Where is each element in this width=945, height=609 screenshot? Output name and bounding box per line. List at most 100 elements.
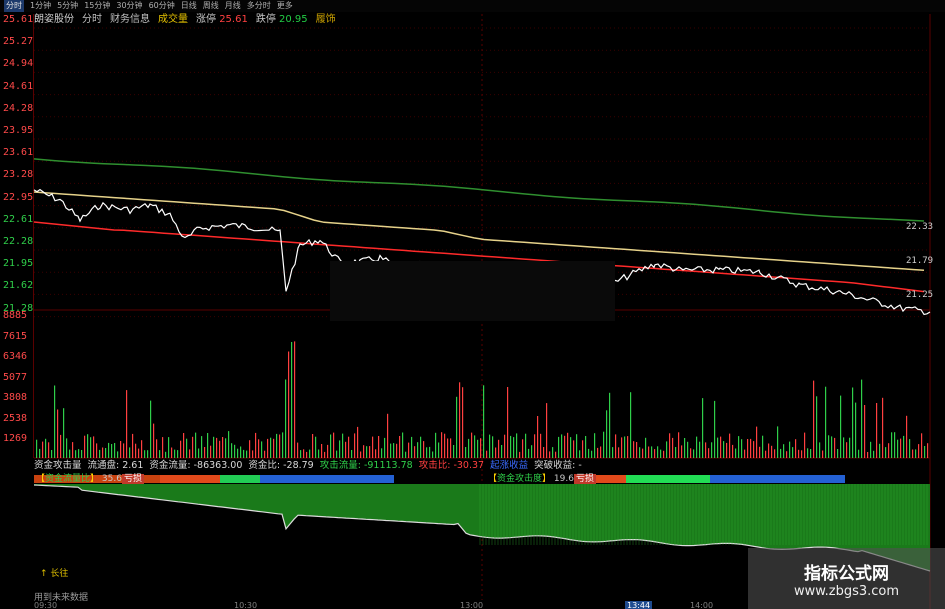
volume-bar	[225, 438, 227, 458]
volume-bar	[477, 439, 479, 458]
volume-bar	[123, 443, 125, 458]
volume-bar	[738, 436, 740, 458]
volume-bar	[579, 450, 581, 458]
volume-bar	[420, 436, 422, 458]
volume-bar	[915, 449, 917, 458]
volume-bar	[669, 433, 671, 458]
volume-bar	[171, 447, 173, 458]
volume-bar	[159, 450, 161, 458]
volume-bar	[690, 448, 692, 458]
volume-bar	[492, 436, 494, 458]
legend-left-close: 】	[90, 474, 100, 484]
volume-bar	[180, 440, 182, 458]
volume-bar	[312, 434, 314, 458]
rise-marker: ↑ 长往	[40, 569, 69, 579]
volume-bar	[624, 436, 626, 458]
volume-bar	[849, 437, 851, 458]
volume-bar	[105, 448, 107, 458]
volume-bar	[570, 437, 572, 458]
volume-bar	[657, 446, 659, 458]
volume-bar	[513, 437, 515, 458]
volume-bar	[648, 446, 650, 458]
volume-bar	[360, 451, 362, 458]
volume-bar	[528, 448, 530, 458]
volume-bar	[39, 448, 41, 458]
volume-bar	[471, 432, 473, 458]
volume-bar	[717, 437, 719, 458]
volume-bar	[75, 450, 77, 458]
volume-bar	[213, 436, 215, 458]
volume-bar	[504, 434, 506, 458]
volume-bar	[702, 398, 704, 458]
volume-bar	[750, 438, 752, 458]
volume-bar	[297, 442, 299, 458]
volume-bar	[606, 410, 608, 458]
volume-bar	[846, 442, 848, 458]
volume-bar	[375, 449, 377, 458]
volume-bar	[174, 449, 176, 458]
volume-bar	[888, 443, 890, 458]
volume-bar	[246, 450, 248, 458]
volume-bar	[468, 438, 470, 458]
volume-bar	[333, 432, 335, 458]
volume-bar	[894, 432, 896, 458]
volume-bar	[444, 433, 446, 458]
volume-bar	[531, 445, 533, 458]
volume-bar	[396, 443, 398, 458]
volume-bar	[390, 443, 392, 458]
volume-bar	[840, 395, 842, 458]
volume-bar	[279, 434, 281, 458]
volume-bar	[759, 446, 761, 458]
volume-bar	[843, 437, 845, 458]
volume-bar	[378, 436, 380, 458]
volume-bar	[834, 437, 836, 458]
volume-bar	[249, 440, 251, 458]
volume-bar	[708, 448, 710, 458]
volume-bar	[861, 379, 863, 458]
volume-bar	[219, 440, 221, 458]
volume-bar	[162, 437, 164, 458]
volume-bar	[90, 437, 92, 458]
volume-bar	[357, 426, 359, 458]
volume-bar	[564, 435, 566, 458]
volume-bar	[819, 442, 821, 458]
volume-bar	[222, 437, 224, 458]
volume-bar	[822, 450, 824, 458]
volume-bar	[603, 431, 605, 458]
volume-bar	[858, 449, 860, 458]
volume-bar	[321, 444, 323, 458]
volume-bar	[204, 447, 206, 458]
volume-bar	[654, 449, 656, 458]
volume-bar	[93, 436, 95, 458]
volume-bar	[852, 387, 854, 458]
volume-bar	[678, 432, 680, 458]
volume-bar	[72, 442, 74, 458]
ma-line-green	[33, 158, 925, 222]
volume-bar	[576, 434, 578, 458]
volume-bar	[183, 433, 185, 458]
volume-bar	[255, 432, 257, 458]
volume-bar	[699, 441, 701, 458]
line-end-label: 21.79	[906, 256, 934, 266]
volume-bar	[480, 438, 482, 458]
volume-bar	[510, 435, 512, 458]
volume-bar	[489, 434, 491, 458]
legend-left-value: 35.6	[101, 474, 122, 484]
volume-bar	[921, 433, 923, 458]
volume-bar	[795, 439, 797, 458]
signal-segment	[220, 475, 260, 483]
volume-bar	[294, 341, 296, 458]
volume-bar	[729, 433, 731, 458]
volume-bar	[366, 446, 368, 458]
volume-bar	[99, 449, 101, 458]
volume-bar	[891, 432, 893, 458]
volume-bar	[639, 447, 641, 458]
volume-bar	[744, 449, 746, 458]
volume-bar	[192, 436, 194, 458]
volume-bar	[345, 441, 347, 458]
volume-bar	[258, 439, 260, 458]
volume-bar	[87, 434, 89, 458]
volume-bar	[231, 443, 233, 458]
volume-bar	[525, 433, 527, 458]
volume-bar	[906, 415, 908, 458]
